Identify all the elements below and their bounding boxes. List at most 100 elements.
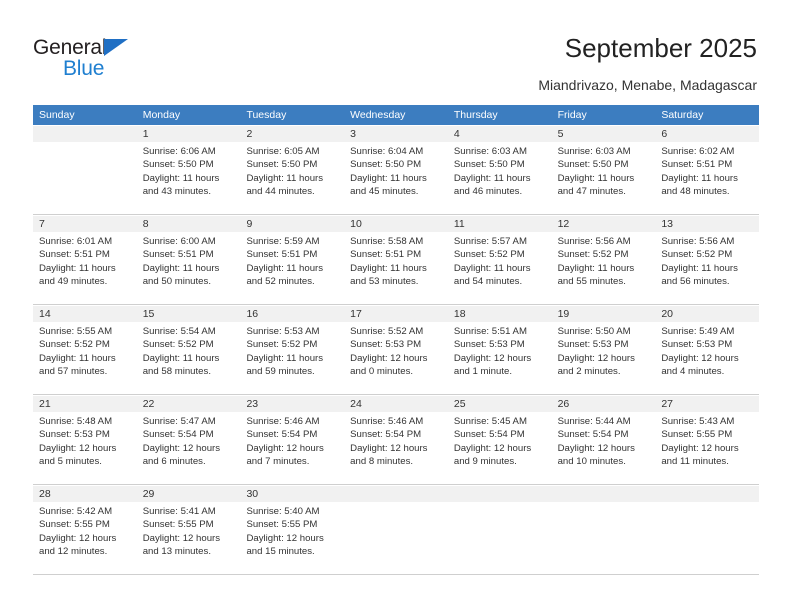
day-cell[interactable]: Sunrise: 6:03 AM Sunset: 5:50 PM Dayligh… [448, 142, 552, 214]
day-cell[interactable]: Sunrise: 6:03 AM Sunset: 5:50 PM Dayligh… [552, 142, 656, 214]
day-cell[interactable]: Sunrise: 5:41 AM Sunset: 5:55 PM Dayligh… [137, 502, 241, 574]
daylight-text-line1: Daylight: 11 hours [557, 172, 635, 184]
sunset-text: Sunset: 5:55 PM [661, 429, 733, 441]
date-number[interactable]: 17 [344, 306, 448, 322]
sunset-text: Sunset: 5:52 PM [142, 339, 214, 351]
date-number[interactable]: 6 [655, 126, 759, 142]
date-number[interactable]: 24 [344, 396, 448, 412]
day-cell[interactable]: Sunrise: 5:40 AM Sunset: 5:55 PM Dayligh… [240, 502, 344, 574]
date-number[interactable]: 25 [448, 396, 552, 412]
date-number[interactable] [33, 126, 137, 142]
date-number[interactable]: 3 [344, 126, 448, 142]
day-cell[interactable]: Sunrise: 6:04 AM Sunset: 5:50 PM Dayligh… [344, 142, 448, 214]
date-number[interactable]: 4 [448, 126, 552, 142]
day-cell[interactable]: Sunrise: 5:52 AM Sunset: 5:53 PM Dayligh… [344, 322, 448, 394]
date-number[interactable]: 2 [240, 126, 344, 142]
day-cell[interactable]: Sunrise: 6:05 AM Sunset: 5:50 PM Dayligh… [240, 142, 344, 214]
day-cell[interactable]: Sunrise: 5:54 AM Sunset: 5:52 PM Dayligh… [137, 322, 241, 394]
date-number[interactable] [655, 486, 759, 502]
day-cell[interactable] [552, 502, 656, 574]
date-number[interactable]: 19 [552, 306, 656, 322]
day-cell[interactable] [33, 142, 137, 214]
date-detail-row: Sunrise: 6:06 AM Sunset: 5:50 PM Dayligh… [33, 142, 759, 215]
day-cell[interactable] [448, 502, 552, 574]
date-number[interactable]: 20 [655, 306, 759, 322]
date-number[interactable]: 30 [240, 486, 344, 502]
day-cell[interactable]: Sunrise: 6:01 AM Sunset: 5:51 PM Dayligh… [33, 232, 137, 304]
daylight-text-line2: and 5 minutes. [39, 456, 102, 468]
date-number[interactable]: 16 [240, 306, 344, 322]
daylight-text-line2: and 54 minutes. [453, 276, 523, 288]
date-number[interactable]: 18 [448, 306, 552, 322]
daylight-text-line1: Daylight: 11 hours [142, 352, 220, 364]
day-cell[interactable]: Sunrise: 5:47 AM Sunset: 5:54 PM Dayligh… [137, 412, 241, 484]
date-number[interactable]: 28 [33, 486, 137, 502]
sunrise-text: Sunrise: 6:03 AM [453, 146, 527, 157]
day-cell[interactable]: Sunrise: 5:42 AM Sunset: 5:55 PM Dayligh… [33, 502, 137, 574]
day-cell[interactable]: Sunrise: 5:49 AM Sunset: 5:53 PM Dayligh… [655, 322, 759, 394]
sunrise-text: Sunrise: 5:52 AM [350, 326, 424, 337]
calendar-week-row: 28 29 30 Sunrise: 5:42 AM Sunset: 5:55 P… [33, 485, 759, 575]
date-number[interactable]: 11 [448, 216, 552, 232]
day-cell[interactable]: Sunrise: 6:00 AM Sunset: 5:51 PM Dayligh… [137, 232, 241, 304]
page-subtitle: Miandrivazo, Menabe, Madagascar [538, 77, 757, 93]
sunrise-text: Sunrise: 6:05 AM [246, 146, 320, 157]
day-cell[interactable]: Sunrise: 5:48 AM Sunset: 5:53 PM Dayligh… [33, 412, 137, 484]
date-number[interactable]: 14 [33, 306, 137, 322]
day-cell[interactable]: Sunrise: 6:06 AM Sunset: 5:50 PM Dayligh… [137, 142, 241, 214]
date-number[interactable]: 8 [137, 216, 241, 232]
calendar-week-row: 21 22 23 24 25 26 27 Sunrise: 5:48 AM Su… [33, 395, 759, 485]
date-number[interactable]: 12 [552, 216, 656, 232]
day-cell[interactable]: Sunrise: 5:55 AM Sunset: 5:52 PM Dayligh… [33, 322, 137, 394]
day-cell[interactable]: Sunrise: 5:44 AM Sunset: 5:54 PM Dayligh… [552, 412, 656, 484]
day-cell[interactable]: Sunrise: 5:53 AM Sunset: 5:52 PM Dayligh… [240, 322, 344, 394]
day-cell[interactable]: Sunrise: 6:02 AM Sunset: 5:51 PM Dayligh… [655, 142, 759, 214]
generalblue-logo[interactable]: General Blue [33, 36, 153, 82]
date-number[interactable]: 23 [240, 396, 344, 412]
daylight-text-line2: and 50 minutes. [142, 276, 211, 288]
date-number[interactable]: 29 [137, 486, 241, 502]
day-cell[interactable]: Sunrise: 5:59 AM Sunset: 5:51 PM Dayligh… [240, 232, 344, 304]
day-cell[interactable]: Sunrise: 5:45 AM Sunset: 5:54 PM Dayligh… [448, 412, 552, 484]
date-number[interactable]: 5 [552, 126, 656, 142]
day-cell[interactable]: Sunrise: 5:46 AM Sunset: 5:54 PM Dayligh… [240, 412, 344, 484]
date-number[interactable]: 9 [240, 216, 344, 232]
sunrise-text: Sunrise: 5:48 AM [39, 416, 113, 427]
day-cell[interactable]: Sunrise: 5:43 AM Sunset: 5:55 PM Dayligh… [655, 412, 759, 484]
date-number-row: 14 15 16 17 18 19 20 [33, 306, 759, 322]
logo-blue-text: Blue [63, 57, 105, 80]
day-cell[interactable]: Sunrise: 5:51 AM Sunset: 5:53 PM Dayligh… [448, 322, 552, 394]
date-number[interactable] [448, 486, 552, 502]
date-number[interactable]: 15 [137, 306, 241, 322]
date-number[interactable]: 10 [344, 216, 448, 232]
date-number[interactable]: 22 [137, 396, 241, 412]
date-number[interactable]: 21 [33, 396, 137, 412]
daylight-text-line1: Daylight: 12 hours [453, 442, 532, 454]
day-cell[interactable]: Sunrise: 5:56 AM Sunset: 5:52 PM Dayligh… [655, 232, 759, 304]
daylight-text-line1: Daylight: 11 hours [142, 262, 220, 274]
day-cell[interactable] [655, 502, 759, 574]
daylight-text-line2: and 4 minutes. [661, 366, 725, 378]
date-number[interactable]: 1 [137, 126, 241, 142]
daylight-text-line2: and 49 minutes. [39, 276, 108, 288]
calendar-week-row: 7 8 9 10 11 12 13 Sunrise: 6:01 AM Sunse… [33, 215, 759, 305]
daylight-text-line2: and 53 minutes. [350, 276, 419, 288]
date-number[interactable] [344, 486, 448, 502]
day-cell[interactable]: Sunrise: 5:57 AM Sunset: 5:52 PM Dayligh… [448, 232, 552, 304]
daylight-text-line1: Daylight: 11 hours [39, 262, 116, 274]
date-number[interactable] [552, 486, 656, 502]
calendar-grid: Sunday Monday Tuesday Wednesday Thursday… [33, 105, 759, 575]
calendar-week-row: 1 2 3 4 5 6 Sunrise: 6:06 AM Sunset: 5:5… [33, 125, 759, 215]
weekday-tuesday: Tuesday [246, 109, 287, 121]
date-number-row: 28 29 30 [33, 486, 759, 502]
day-cell[interactable]: Sunrise: 5:46 AM Sunset: 5:54 PM Dayligh… [344, 412, 448, 484]
date-number[interactable]: 7 [33, 216, 137, 232]
date-number[interactable]: 13 [655, 216, 759, 232]
day-cell[interactable]: Sunrise: 5:50 AM Sunset: 5:53 PM Dayligh… [552, 322, 656, 394]
day-cell[interactable] [344, 502, 448, 574]
day-cell[interactable]: Sunrise: 5:56 AM Sunset: 5:52 PM Dayligh… [552, 232, 656, 304]
day-cell[interactable]: Sunrise: 5:58 AM Sunset: 5:51 PM Dayligh… [344, 232, 448, 304]
date-number[interactable]: 27 [655, 396, 759, 412]
daylight-text-line2: and 11 minutes. [661, 456, 729, 468]
date-number[interactable]: 26 [552, 396, 656, 412]
